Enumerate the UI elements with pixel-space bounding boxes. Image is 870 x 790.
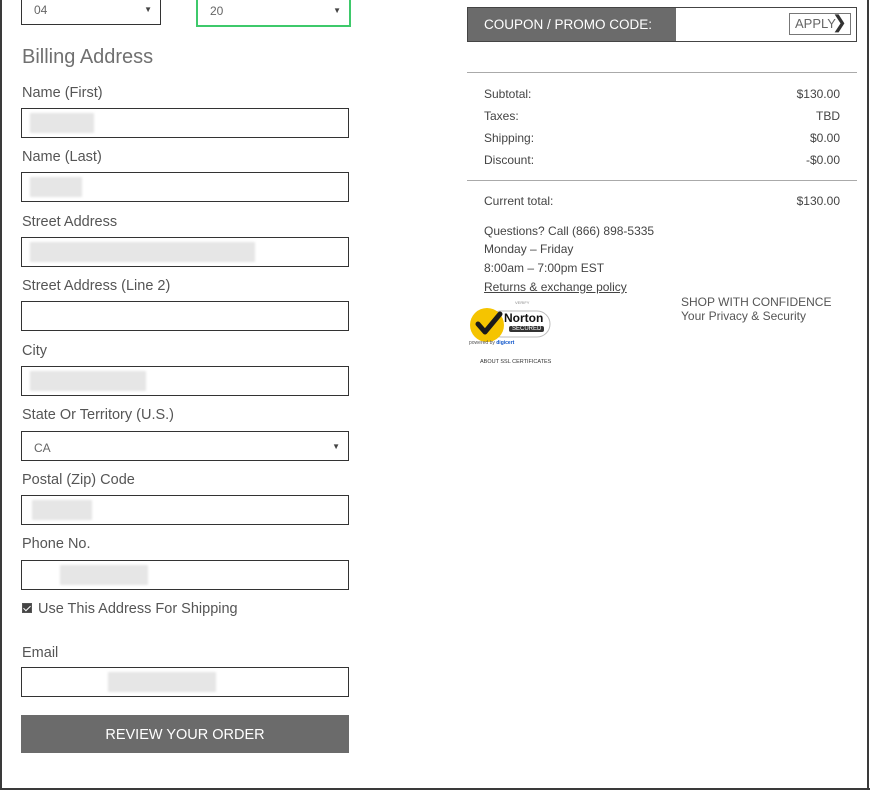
coupon-label: COUPON / PROMO CODE: xyxy=(468,8,676,41)
shipping-value: $0.00 xyxy=(809,131,840,145)
shipping-label: Shipping: xyxy=(484,131,535,145)
phone-label: Phone No. xyxy=(22,536,91,552)
shop-confidence-title: SHOP WITH CONFIDENCE xyxy=(681,295,832,309)
city-input[interactable] xyxy=(21,366,349,396)
ssl-certificates-link[interactable]: ABOUT SSL CERTIFICATES xyxy=(480,359,551,365)
email-input[interactable] xyxy=(21,667,349,697)
coupon-input[interactable] xyxy=(676,8,786,41)
street2-label: Street Address (Line 2) xyxy=(22,278,171,294)
divider xyxy=(467,72,857,73)
use-for-shipping-label[interactable]: Use This Address For Shipping xyxy=(38,601,238,617)
zip-label: Postal (Zip) Code xyxy=(22,472,135,488)
chevron-right-icon: ❯ xyxy=(831,12,847,32)
expiry-month-value: 04 xyxy=(34,3,48,17)
chevron-down-icon: ▼ xyxy=(144,5,152,14)
review-order-button[interactable]: REVIEW YOUR ORDER xyxy=(21,715,349,753)
redacted-value xyxy=(30,113,94,133)
window-border-left xyxy=(0,0,2,790)
support-phone: Questions? Call (866) 898-5335 xyxy=(484,224,655,238)
redacted-value xyxy=(30,177,82,197)
subtotal-label: Subtotal: xyxy=(484,87,532,101)
billing-heading: Billing Address xyxy=(22,46,154,68)
phone-input[interactable] xyxy=(21,560,349,590)
expiry-year-value: 20 xyxy=(210,4,224,18)
window-border-right xyxy=(867,0,869,790)
email-label: Email xyxy=(22,645,59,661)
support-days: Monday – Friday xyxy=(484,242,574,256)
redacted-value xyxy=(30,242,255,262)
norton-secured: SECURED xyxy=(509,326,545,332)
city-label: City xyxy=(22,343,47,359)
use-for-shipping-checkbox[interactable] xyxy=(22,603,32,613)
discount-value: -$0.00 xyxy=(805,153,840,167)
divider xyxy=(467,180,857,181)
street2-input[interactable] xyxy=(21,301,349,331)
norton-powered-text: powered by xyxy=(469,340,495,346)
taxes-label: Taxes: xyxy=(484,109,519,123)
privacy-security-text: Your Privacy & Security xyxy=(681,309,806,323)
state-value: CA xyxy=(34,441,51,455)
subtotal-value: $130.00 xyxy=(796,87,840,101)
first-name-input[interactable] xyxy=(21,108,349,138)
chevron-down-icon: ▼ xyxy=(333,6,341,15)
street-input[interactable] xyxy=(21,237,349,267)
state-select[interactable]: CA ▼ xyxy=(21,431,349,461)
last-name-input[interactable] xyxy=(21,172,349,202)
taxes-value: TBD xyxy=(816,109,840,123)
apply-button[interactable]: APPLY ❯ xyxy=(789,12,851,35)
norton-brand: Norton xyxy=(504,311,544,325)
first-name-label: Name (First) xyxy=(22,85,103,101)
last-name-label: Name (Last) xyxy=(22,149,102,165)
apply-label: APPLY xyxy=(795,16,836,31)
expiry-month-select[interactable]: 04 ▼ xyxy=(21,0,161,25)
zip-input[interactable] xyxy=(21,495,349,525)
support-hours: 8:00am – 7:00pm EST xyxy=(484,261,605,275)
redacted-value xyxy=(60,565,148,585)
expiry-year-select[interactable]: 20 ▼ xyxy=(196,0,351,27)
redacted-value xyxy=(108,672,216,692)
redacted-value xyxy=(32,500,92,520)
digicert-logo: digicert xyxy=(496,340,515,346)
norton-powered: powered by digicert xyxy=(469,340,514,346)
chevron-down-icon: ▼ xyxy=(332,442,340,451)
discount-label: Discount: xyxy=(484,153,535,167)
total-value: $130.00 xyxy=(796,194,840,208)
coupon-box: COUPON / PROMO CODE: APPLY ❯ xyxy=(467,7,857,42)
total-label: Current total: xyxy=(484,194,554,208)
street-label: Street Address xyxy=(22,214,118,230)
redacted-value xyxy=(30,371,146,391)
state-label: State Or Territory (U.S.) xyxy=(22,407,175,423)
returns-policy-link[interactable]: Returns & exchange policy xyxy=(484,280,627,294)
